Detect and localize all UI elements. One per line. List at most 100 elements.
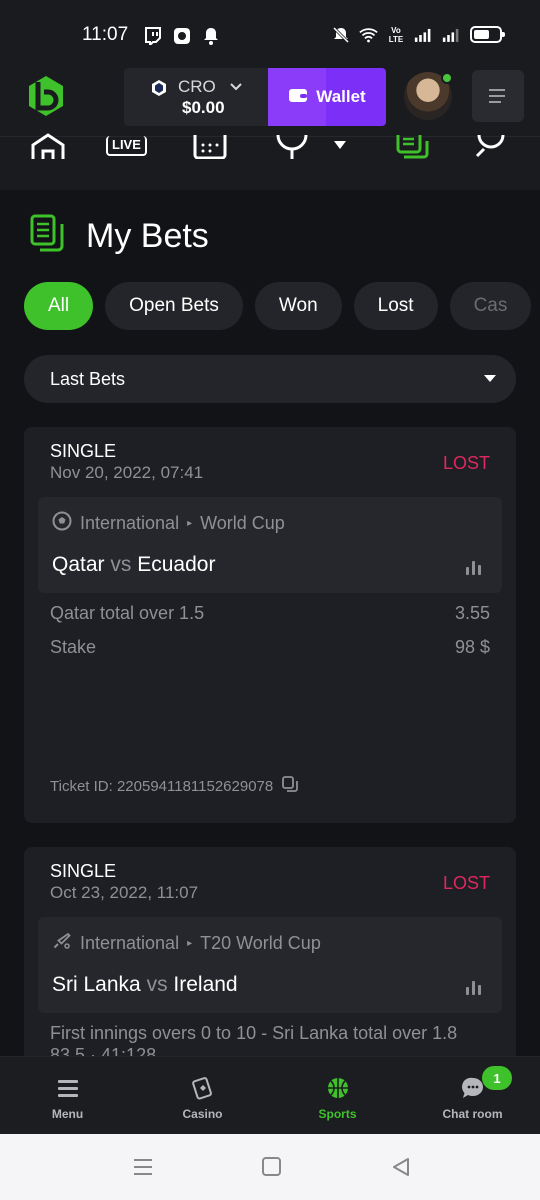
tab-label: Casino [182,1107,223,1121]
app-icon [172,26,191,45]
event-box[interactable]: International ▸ T20 World Cup Sri Lanka … [38,917,502,1013]
online-status-dot [441,72,453,84]
page-title: My Bets [86,217,209,255]
event-region: International [80,933,180,953]
away-team: Ireland [173,973,238,996]
currency-code: CRO [178,77,216,96]
stats-icon[interactable] [466,979,484,995]
bet-card[interactable]: SINGLE Oct 23, 2022, 11:07 LOST Internat… [24,847,516,1056]
home-icon[interactable] [30,131,66,161]
system-nav-bar [0,1134,540,1200]
bottom-tab-bar: Menu Casino Sports Chat room [0,1056,540,1134]
vs-label: vs [146,973,168,996]
bet-type: SINGLE [50,441,117,461]
signal-icon [414,25,433,44]
bet-status: LOST [442,873,490,893]
tab-label: Menu [51,1107,84,1121]
basketball-icon [326,1075,350,1101]
dropdown-value: Last Bets [50,368,126,389]
caret-down-icon[interactable] [332,131,348,161]
filter-all[interactable]: All [24,282,94,330]
cricket-bat-icon [52,931,72,956]
event-teams: Sri Lanka vs Ireland [52,973,238,997]
mute-icon [331,25,350,44]
odds-value: 3.55 [454,603,490,623]
recents-button[interactable] [132,1156,156,1178]
status-time: 11:07 [82,24,129,45]
tab-menu[interactable]: Menu [0,1057,135,1135]
partial-row: 83.5 · 41:128 [50,1045,490,1056]
home-button[interactable] [261,1156,285,1178]
bets-period-dropdown[interactable]: Last Bets [24,355,516,403]
chevron-down-icon [228,78,244,94]
twitch-icon [143,26,162,45]
bet-slip-icon[interactable] [394,131,430,161]
bet-date: Oct 23, 2022, 11:07 [50,883,199,902]
filter-open-bets[interactable]: Open Bets [105,282,243,330]
event-league: World Cup [200,513,285,533]
battery-icon [470,26,505,43]
stake-value: 98 $ [454,637,490,657]
app-header: CRO $0.00 Wallet [0,68,540,136]
currency-selector[interactable]: CRO $0.00 [124,68,268,126]
wallet-label: Wallet [316,87,366,106]
ticket-id: Ticket ID: 2205941181152629078 [50,777,274,795]
soccer-ball-icon [52,511,72,536]
event-league: T20 World Cup [200,933,321,953]
bet-status: LOST [442,453,490,473]
home-team: Qatar [52,553,105,576]
status-bar: 11:07 Vo LTE [0,0,540,68]
back-button[interactable] [390,1156,414,1178]
home-team: Sri Lanka [52,973,141,996]
cro-coin-icon [150,79,168,97]
trophy-icon[interactable] [274,131,310,161]
wallet-icon [288,86,308,109]
bc-game-logo[interactable] [26,74,66,118]
signal-icon-2 [442,25,461,44]
selection-row: Qatar total over 1.5 3.55 [50,603,490,624]
menu-icon [57,1075,79,1101]
ticket-row: Ticket ID: 2205941181152629078 [50,775,299,797]
balance-amount: $0.00 [182,98,225,117]
my-bets-icon [30,214,66,259]
wallet-button[interactable]: Wallet [268,68,386,126]
stats-icon[interactable] [466,559,484,575]
event-teams: Qatar vs Ecuador [52,553,215,577]
vs-label: vs [110,553,132,576]
live-icon[interactable]: LIVE [106,131,147,161]
tab-label: Sports [318,1107,357,1121]
search-icon[interactable] [474,131,510,161]
partial-line: 83.5 · 41:128 [50,1045,157,1056]
bet-card[interactable]: SINGLE Nov 20, 2022, 07:41 LOST Internat… [24,427,516,823]
filter-cashout[interactable]: Cas [449,282,532,330]
filter-won[interactable]: Won [254,282,342,330]
bet-type: SINGLE [50,861,117,881]
calendar-icon[interactable] [192,131,228,161]
filter-chips: All Open Bets Won Lost Cas [24,282,532,330]
casino-icon [191,1075,215,1101]
away-team: Ecuador [137,553,216,576]
caret-down-icon [484,375,496,382]
chat-unread-badge: 1 [482,1066,512,1090]
copy-icon[interactable] [281,775,299,797]
main-content: My Bets All Open Bets Won Lost Cas Last … [0,190,540,1056]
wifi-icon [359,25,378,44]
tab-chat-room[interactable]: Chat room [405,1057,540,1135]
selection-row: First innings overs 0 to 10 - Sri Lanka … [50,1023,510,1044]
selection-text: First innings overs 0 to 10 - Sri Lanka … [50,1023,458,1043]
volte-icon: Vo LTE [388,25,404,44]
live-label: LIVE [106,136,147,156]
bell-icon [201,26,220,45]
chat-icon [461,1075,485,1101]
selection-text: Qatar total over 1.5 [50,603,205,623]
hamburger-icon [489,89,505,103]
event-region: International [80,513,180,533]
tab-sports[interactable]: Sports [270,1057,405,1135]
breadcrumb-arrow-icon: ▸ [187,938,193,949]
filter-lost[interactable]: Lost [353,282,438,330]
side-menu-button[interactable] [472,70,524,122]
stake-row: Stake 98 $ [50,637,490,658]
sport-nav: LIVE [0,133,540,190]
tab-casino[interactable]: Casino [135,1057,270,1135]
event-box[interactable]: International ▸ World Cup Qatar vs Ecuad… [38,497,502,593]
